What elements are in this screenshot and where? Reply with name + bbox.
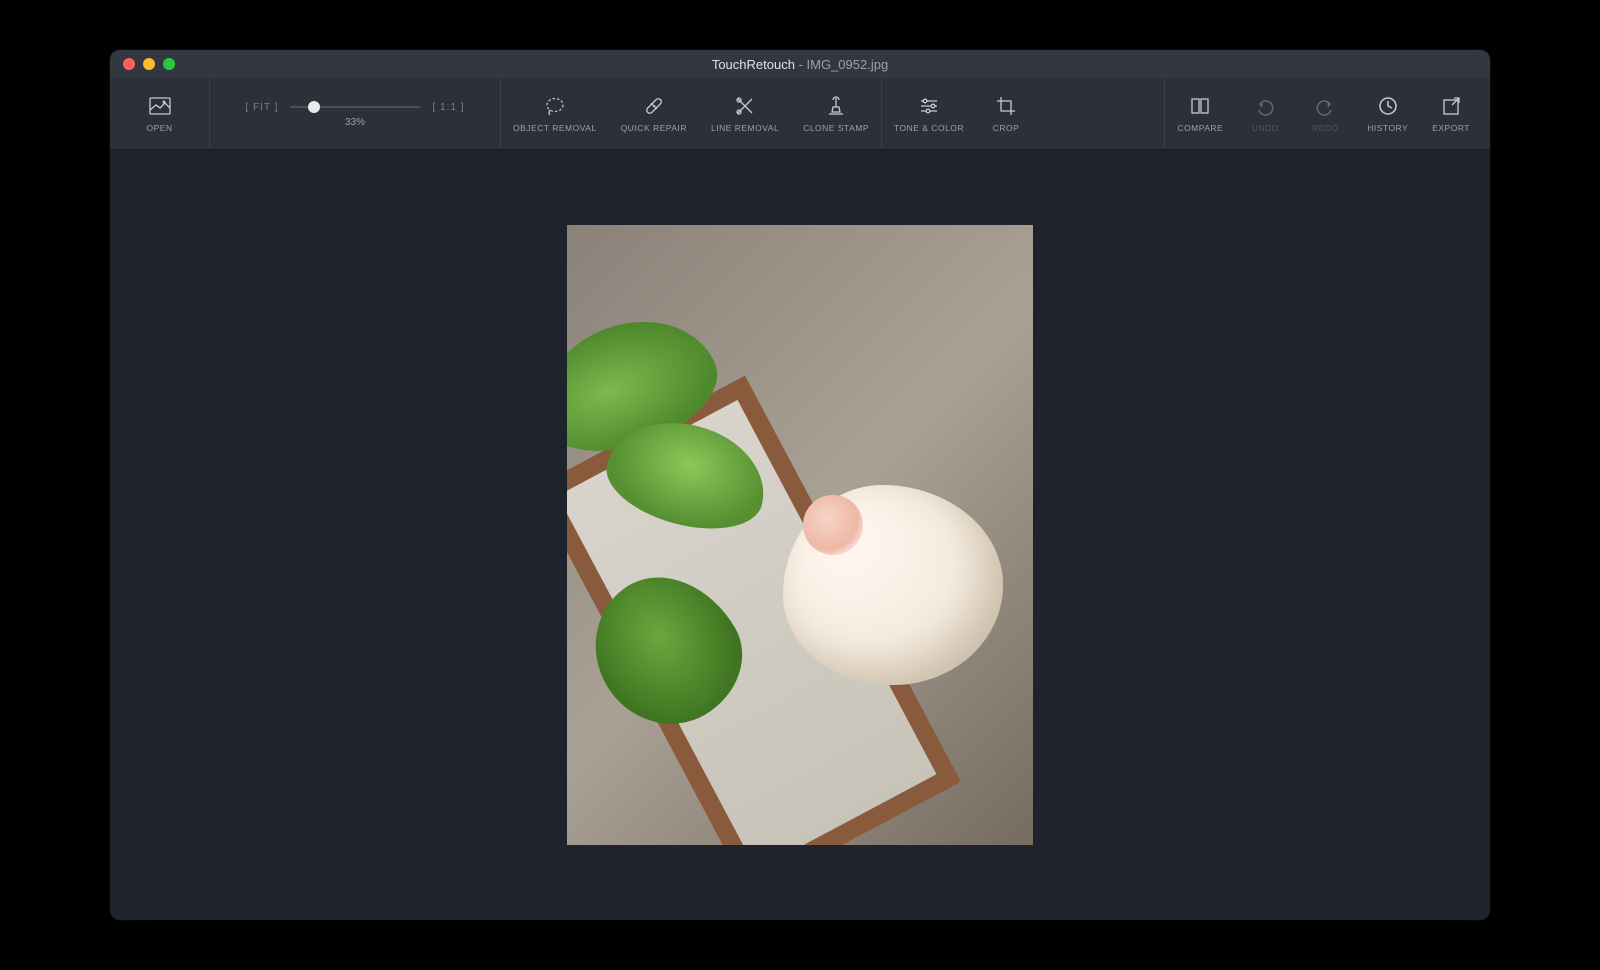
history-icon: [1377, 95, 1399, 117]
history-button[interactable]: HISTORY: [1355, 78, 1420, 149]
line-removal-label: LINE REMOVAL: [711, 123, 779, 133]
image-icon: [149, 95, 171, 117]
zoom-section: [ FIT ] [ 1:1 ] 33%: [210, 78, 500, 149]
titlebar: TouchRetouch - IMG_0952.jpg: [110, 50, 1490, 78]
app-name: TouchRetouch: [712, 57, 795, 72]
quick-repair-label: QUICK REPAIR: [621, 123, 687, 133]
undo-icon: [1254, 95, 1276, 117]
compare-button[interactable]: COMPARE: [1165, 78, 1235, 149]
export-label: EXPORT: [1432, 123, 1470, 133]
object-removal-label: OBJECT REMOVAL: [513, 123, 597, 133]
file-name: - IMG_0952.jpg: [799, 57, 889, 72]
sliders-icon: [918, 95, 940, 117]
redo-button[interactable]: REDO: [1295, 78, 1355, 149]
compare-label: COMPARE: [1177, 123, 1223, 133]
undo-label: UNDO: [1252, 123, 1279, 133]
zoom-slider[interactable]: [290, 106, 420, 108]
object-removal-button[interactable]: OBJECT REMOVAL: [501, 78, 609, 149]
quick-repair-button[interactable]: QUICK REPAIR: [609, 78, 699, 149]
crop-label: CROP: [993, 123, 1020, 133]
window-close-button[interactable]: [123, 58, 135, 70]
export-button[interactable]: EXPORT: [1420, 78, 1482, 149]
open-button[interactable]: OPEN: [130, 78, 190, 149]
tone-color-button[interactable]: TONE & COLOR: [882, 78, 976, 149]
window-minimize-button[interactable]: [143, 58, 155, 70]
line-removal-button[interactable]: LINE REMOVAL: [699, 78, 791, 149]
canvas-area[interactable]: [110, 150, 1490, 920]
zoom-fit-button[interactable]: [ FIT ]: [242, 100, 283, 115]
edited-image[interactable]: [567, 225, 1033, 845]
undo-button[interactable]: UNDO: [1235, 78, 1295, 149]
export-icon: [1440, 95, 1462, 117]
toolbar: OPEN [ FIT ] [ 1:1 ] 33%: [110, 78, 1490, 150]
open-label: OPEN: [146, 123, 172, 133]
history-label: HISTORY: [1367, 123, 1408, 133]
compare-icon: [1189, 95, 1211, 117]
bandage-icon: [643, 95, 665, 117]
traffic-lights: [110, 58, 175, 70]
redo-icon: [1314, 95, 1336, 117]
window-maximize-button[interactable]: [163, 58, 175, 70]
clone-stamp-button[interactable]: CLONE STAMP: [791, 78, 881, 149]
window-title: TouchRetouch - IMG_0952.jpg: [110, 57, 1490, 72]
clone-stamp-label: CLONE STAMP: [803, 123, 869, 133]
lasso-icon: [544, 95, 566, 117]
crop-icon: [995, 95, 1017, 117]
app-window: TouchRetouch - IMG_0952.jpg OPEN [ FIT ]: [110, 50, 1490, 920]
stamp-icon: [825, 95, 847, 117]
zoom-slider-thumb[interactable]: [308, 101, 320, 113]
zoom-100-button[interactable]: [ 1:1 ]: [428, 100, 468, 115]
tone-color-label: TONE & COLOR: [894, 123, 964, 133]
crop-button[interactable]: CROP: [976, 78, 1036, 149]
redo-label: REDO: [1312, 123, 1339, 133]
scissors-icon: [734, 95, 756, 117]
zoom-value: 33%: [345, 117, 365, 128]
